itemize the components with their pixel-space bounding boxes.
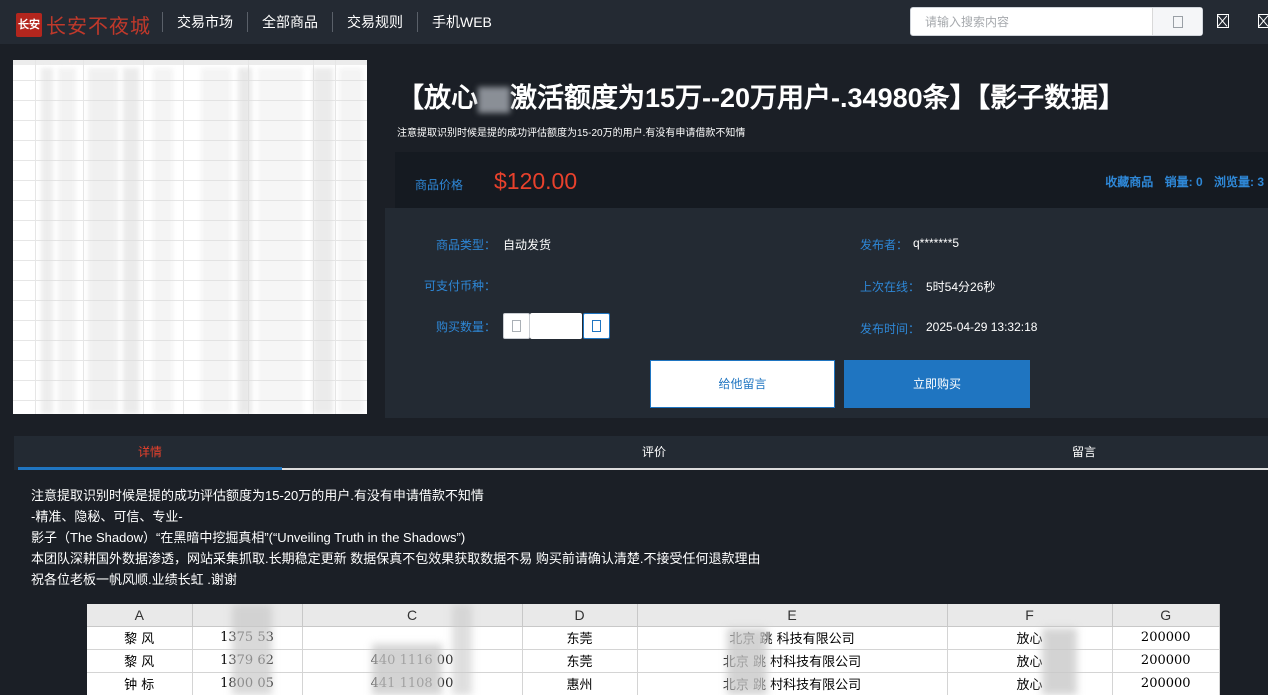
table-cell: 放心 xyxy=(947,672,1113,695)
type-label: 商品类型： xyxy=(436,238,497,252)
table-cell: 放心 xyxy=(947,649,1113,673)
redaction-mask xyxy=(1042,628,1077,695)
table-cell: 200000 xyxy=(1112,649,1220,673)
tab-details[interactable]: 详情 xyxy=(18,436,282,468)
nav-mobile-web[interactable]: 手机WEB xyxy=(417,12,506,32)
product-image xyxy=(13,60,367,414)
publish-time-label: 发布时间： xyxy=(860,322,921,336)
column-header: A xyxy=(87,604,193,627)
search-input[interactable] xyxy=(917,12,1149,32)
plus-icon xyxy=(592,320,601,332)
table-cell: 惠州 xyxy=(522,672,638,695)
buy-now-button[interactable]: 立即购买 xyxy=(844,360,1030,408)
publisher-value: q*******5 xyxy=(913,236,960,250)
top-bar: 长安 长安不夜城 交易市场 全部商品 交易规则 手机WEB xyxy=(0,0,1268,44)
quantity-input[interactable] xyxy=(530,313,582,339)
table-cell: 放心 xyxy=(947,626,1113,650)
sales-count: 销量: 0 xyxy=(1164,175,1203,189)
product-title: 【放心 激活额度为15万--20万用户-.34980条】【影子数据】 xyxy=(397,76,1125,115)
currency-label: 可支付币种： xyxy=(424,279,497,293)
tab-reviews[interactable]: 评价 xyxy=(514,436,794,468)
table-cell: 黎 风 xyxy=(87,649,193,673)
table-cell: 东莞 xyxy=(522,626,638,650)
publish-time-value: 2025-04-29 13:32:18 xyxy=(926,320,1038,334)
site-logo[interactable]: 长安 长安不夜城 xyxy=(16,10,151,39)
detail-tabs: 详情 评价 留言 xyxy=(14,436,1268,470)
nav-market[interactable]: 交易市场 xyxy=(162,12,247,32)
title-prefix: 【放心 xyxy=(397,83,478,113)
menu-icon[interactable] xyxy=(1258,14,1268,28)
redaction-mask xyxy=(232,604,272,695)
description-line: -精准、隐秘、可信、专业- xyxy=(31,509,183,524)
table-cell: 钟 标 xyxy=(87,672,193,695)
price-label: 商品价格 xyxy=(415,178,464,192)
description-line: 本团队深耕国外数据渗透，网站采集抓取.长期稳定更新 数据保真不包效果获取数据不易… xyxy=(31,551,761,566)
tab-active-indicator xyxy=(18,467,282,470)
nav-rules[interactable]: 交易规则 xyxy=(332,12,417,32)
leave-message-button[interactable]: 给他留言 xyxy=(650,360,835,408)
main-nav: 交易市场 全部商品 交易规则 手机WEB xyxy=(162,12,506,32)
column-header: C xyxy=(302,604,523,627)
type-value: 自动发货 xyxy=(503,238,552,252)
column-header: E xyxy=(637,604,948,627)
tab-messages[interactable]: 留言 xyxy=(944,436,1224,468)
table-cell: 北京 跳 村科技有限公司 xyxy=(637,649,948,673)
title-redaction xyxy=(478,86,510,113)
title-suffix: 激活额度为15万--20万用户-.34980条】【影子数据】 xyxy=(510,83,1126,113)
data-sample-image: A C D E F G 黎 风 1375 53 东莞 北京 跳 科技有限公司 放… xyxy=(87,604,1220,695)
product-stats: 收藏商品 销量: 0 浏览量: 3 xyxy=(1097,173,1264,190)
redaction-mask xyxy=(452,604,472,695)
quantity-decrease-button[interactable] xyxy=(503,313,530,339)
search-icon xyxy=(1172,15,1183,28)
last-online-label: 上次在线： xyxy=(860,280,921,294)
logo-text: 长安不夜城 xyxy=(46,14,151,38)
search-box xyxy=(910,7,1203,36)
view-count: 浏览量: 3 xyxy=(1213,175,1264,189)
table-cell: 东莞 xyxy=(522,649,638,673)
table-cell: 200000 xyxy=(1112,672,1220,695)
table-cell: 200000 xyxy=(1112,626,1220,650)
table-cell: 黎 风 xyxy=(87,626,193,650)
minus-icon xyxy=(512,320,521,332)
price-value: $120.00 xyxy=(494,168,578,194)
description-line: 注意提取识别时候是提的成功评估额度为15-20万的用户.有没有申请借款不知情 xyxy=(31,488,484,503)
table-cell: 北京 跳 村科技有限公司 xyxy=(637,672,948,695)
redaction-mask xyxy=(727,628,767,695)
table-cell: 北京 跳 科技有限公司 xyxy=(637,626,948,650)
price-bar: 商品价格 $120.00 收藏商品 销量: 0 浏览量: 3 xyxy=(395,152,1268,208)
description-line: 影子（The Shadow）“在黑暗中挖掘真相”(“Unveiling Trut… xyxy=(31,530,466,545)
publisher-label: 发布者： xyxy=(860,238,909,252)
user-icon[interactable] xyxy=(1217,14,1229,28)
column-header: F xyxy=(947,604,1113,627)
logo-mark-icon: 长安 xyxy=(16,12,42,37)
favorite-link[interactable]: 收藏商品 xyxy=(1105,175,1153,189)
column-header: G xyxy=(1112,604,1220,627)
nav-all-products[interactable]: 全部商品 xyxy=(247,12,332,32)
column-header: D xyxy=(522,604,638,627)
last-online-value: 5时54分26秒 xyxy=(926,280,996,294)
quantity-label: 购买数量： xyxy=(436,320,497,334)
product-description: 注意提取识别时候是提的成功评估额度为15-20万的用户.有没有申请借款不知情 -… xyxy=(31,485,760,590)
quantity-increase-button[interactable] xyxy=(583,313,610,339)
product-subtitle: 注意提取识别时候是提的成功评估额度为15-20万的用户.有没有申请借款不知情 xyxy=(397,128,746,139)
description-line: 祝各位老板一帆风顺.业绩长虹 .谢谢 xyxy=(31,572,237,587)
redaction-mask xyxy=(372,644,442,695)
search-button[interactable] xyxy=(1152,8,1202,35)
